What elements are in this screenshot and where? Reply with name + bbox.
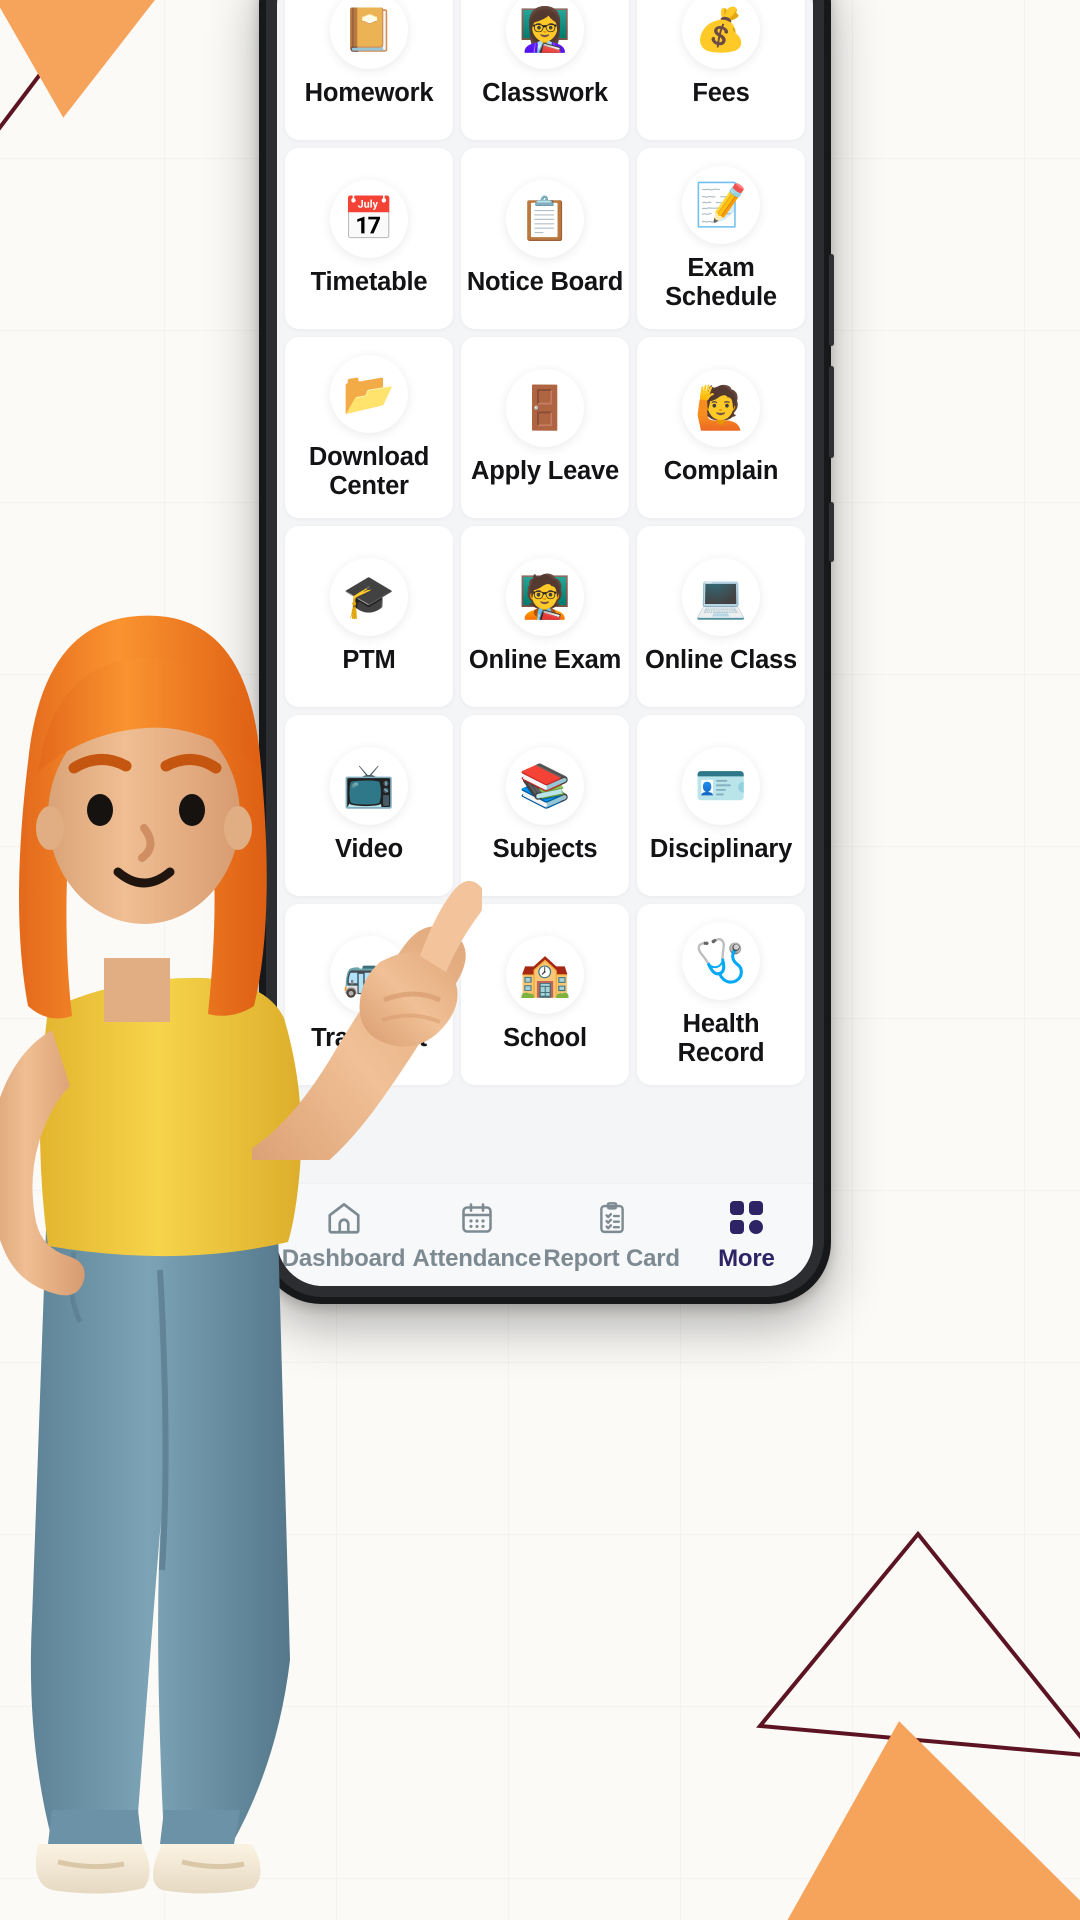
door-exit-arrow-icon: 🚪 [506, 369, 584, 448]
app-tile-label: Apply Leave [470, 457, 620, 486]
nav-item-label: Report Card [543, 1244, 680, 1272]
app-tile-label: Timetable [310, 268, 428, 297]
notice-board-icon: 📋 [506, 180, 584, 259]
calendar-icon [459, 1198, 495, 1238]
app-tile-classwork[interactable]: 👩‍🏫 Classwork [461, 0, 629, 140]
app-tile-complain[interactable]: 🙋 Complain [637, 337, 805, 518]
decorative-triangle-outline-bottom-right [756, 1530, 1080, 1757]
exam-paper-pencil-icon: 📝 [682, 165, 760, 244]
medical-clipboard-icon: 🩺 [682, 921, 760, 1000]
phone-screen: 📔 Homework 👩‍🏫 Classwork 💰 Fees 📅 Timeta… [277, 0, 813, 1286]
character-shoe-right [153, 1844, 261, 1894]
character-jeans [30, 1230, 290, 1840]
nav-item-label: More [718, 1244, 775, 1272]
nav-item-dashboard[interactable]: Dashboard [277, 1198, 410, 1273]
app-menu-grid: 📔 Homework 👩‍🏫 Classwork 💰 Fees 📅 Timeta… [277, 0, 813, 1286]
id-card-icon: 🪪 [682, 747, 760, 826]
character-arm-left [0, 1030, 85, 1296]
app-tile-timetable[interactable]: 📅 Timetable [285, 148, 453, 329]
power-button[interactable] [829, 502, 834, 562]
app-tile-video[interactable]: 📺 Video [285, 715, 453, 896]
decorative-triangle-orange-top-left [0, 0, 249, 130]
app-tile-label: Notice Board [466, 268, 624, 297]
app-tile-transport[interactable]: 🚌 Transport [285, 904, 453, 1085]
online-class-monitor-icon: 💻 [682, 558, 760, 637]
nav-item-more[interactable]: More [680, 1198, 813, 1273]
nav-item-report-card[interactable]: Report Card [543, 1198, 680, 1273]
app-tile-label: Complain [663, 457, 779, 486]
school-bus-icon: 🚌 [330, 936, 408, 1015]
app-tile-label: Homework [304, 79, 434, 108]
app-tile-label: Exam Schedule [665, 253, 777, 311]
app-tile-apply-leave[interactable]: 🚪 Apply Leave [461, 337, 629, 518]
app-tile-label: Health Record [677, 1009, 765, 1067]
app-tile-label: Classwork [482, 79, 608, 108]
app-tile-online-exam[interactable]: 🧑‍🏫 Online Exam [461, 526, 629, 707]
decorative-triangle-orange-bottom-right [725, 1696, 1080, 1920]
app-tile-exam-schedule[interactable]: 📝 Exam Schedule [637, 148, 805, 329]
home-icon [325, 1198, 363, 1238]
bottom-navigation-bar: Dashboard Attendance Report Card More [277, 1183, 813, 1286]
volume-down-button[interactable] [829, 366, 834, 458]
books-stack-icon: 📚 [506, 747, 584, 826]
app-tile-label: Disciplinary [649, 835, 793, 864]
app-tile-label: Transport [311, 1024, 427, 1053]
nav-item-attendance[interactable]: Attendance [410, 1198, 543, 1273]
school-building-icon: 🏫 [506, 936, 584, 1015]
app-tile-online-class[interactable]: 💻 Online Class [637, 526, 805, 707]
nav-item-label: Dashboard [281, 1244, 406, 1272]
video-lecture-icon: 📺 [330, 747, 408, 826]
app-tile-label: PTM [342, 646, 396, 675]
character-shoe-left [35, 1844, 150, 1894]
person-complaint-icon: 🙋 [682, 369, 760, 448]
app-tile-school[interactable]: 🏫 School [461, 904, 629, 1085]
calendar-clock-icon: 📅 [330, 180, 408, 259]
app-tile-label: Subjects [492, 835, 598, 864]
app-tile-homework[interactable]: 📔 Homework [285, 0, 453, 140]
nav-item-label: Attendance [412, 1244, 542, 1272]
grid-more-icon [729, 1198, 763, 1238]
app-tile-notice-board[interactable]: 📋 Notice Board [461, 148, 629, 329]
app-tile-ptm[interactable]: 🎓 PTM [285, 526, 453, 707]
app-tile-label: Download Center [308, 442, 430, 500]
app-tile-fees[interactable]: 💰 Fees [637, 0, 805, 140]
notebook-pencil-icon: 📔 [330, 0, 408, 70]
app-tile-label: Online Exam [468, 646, 622, 675]
folder-download-icon: 📂 [330, 354, 408, 433]
volume-up-button[interactable] [829, 254, 834, 346]
character-hair [19, 615, 267, 1019]
decorative-triangle-outline-top-left [0, 0, 99, 131]
app-tile-subjects[interactable]: 📚 Subjects [461, 715, 629, 896]
money-hand-coin-icon: 💰 [682, 0, 760, 70]
graduation-screen-icon: 🎓 [330, 558, 408, 637]
app-tile-label: Fees [692, 79, 750, 108]
clipboard-icon [595, 1198, 629, 1238]
app-tile-download-center[interactable]: 📂 Download Center [285, 337, 453, 518]
app-tile-label: Online Class [644, 646, 798, 675]
app-tile-label: School [503, 1024, 587, 1053]
app-tile-health-record[interactable]: 🩺 Health Record [637, 904, 805, 1085]
character-face [48, 708, 240, 924]
app-tile-label: Video [335, 835, 403, 864]
app-tile-disciplinary[interactable]: 🪪 Disciplinary [637, 715, 805, 896]
online-exam-board-icon: 🧑‍🏫 [506, 558, 584, 637]
phone-mockup: 📔 Homework 👩‍🏫 Classwork 💰 Fees 📅 Timeta… [259, 0, 834, 1304]
classroom-presentation-icon: 👩‍🏫 [506, 0, 584, 70]
